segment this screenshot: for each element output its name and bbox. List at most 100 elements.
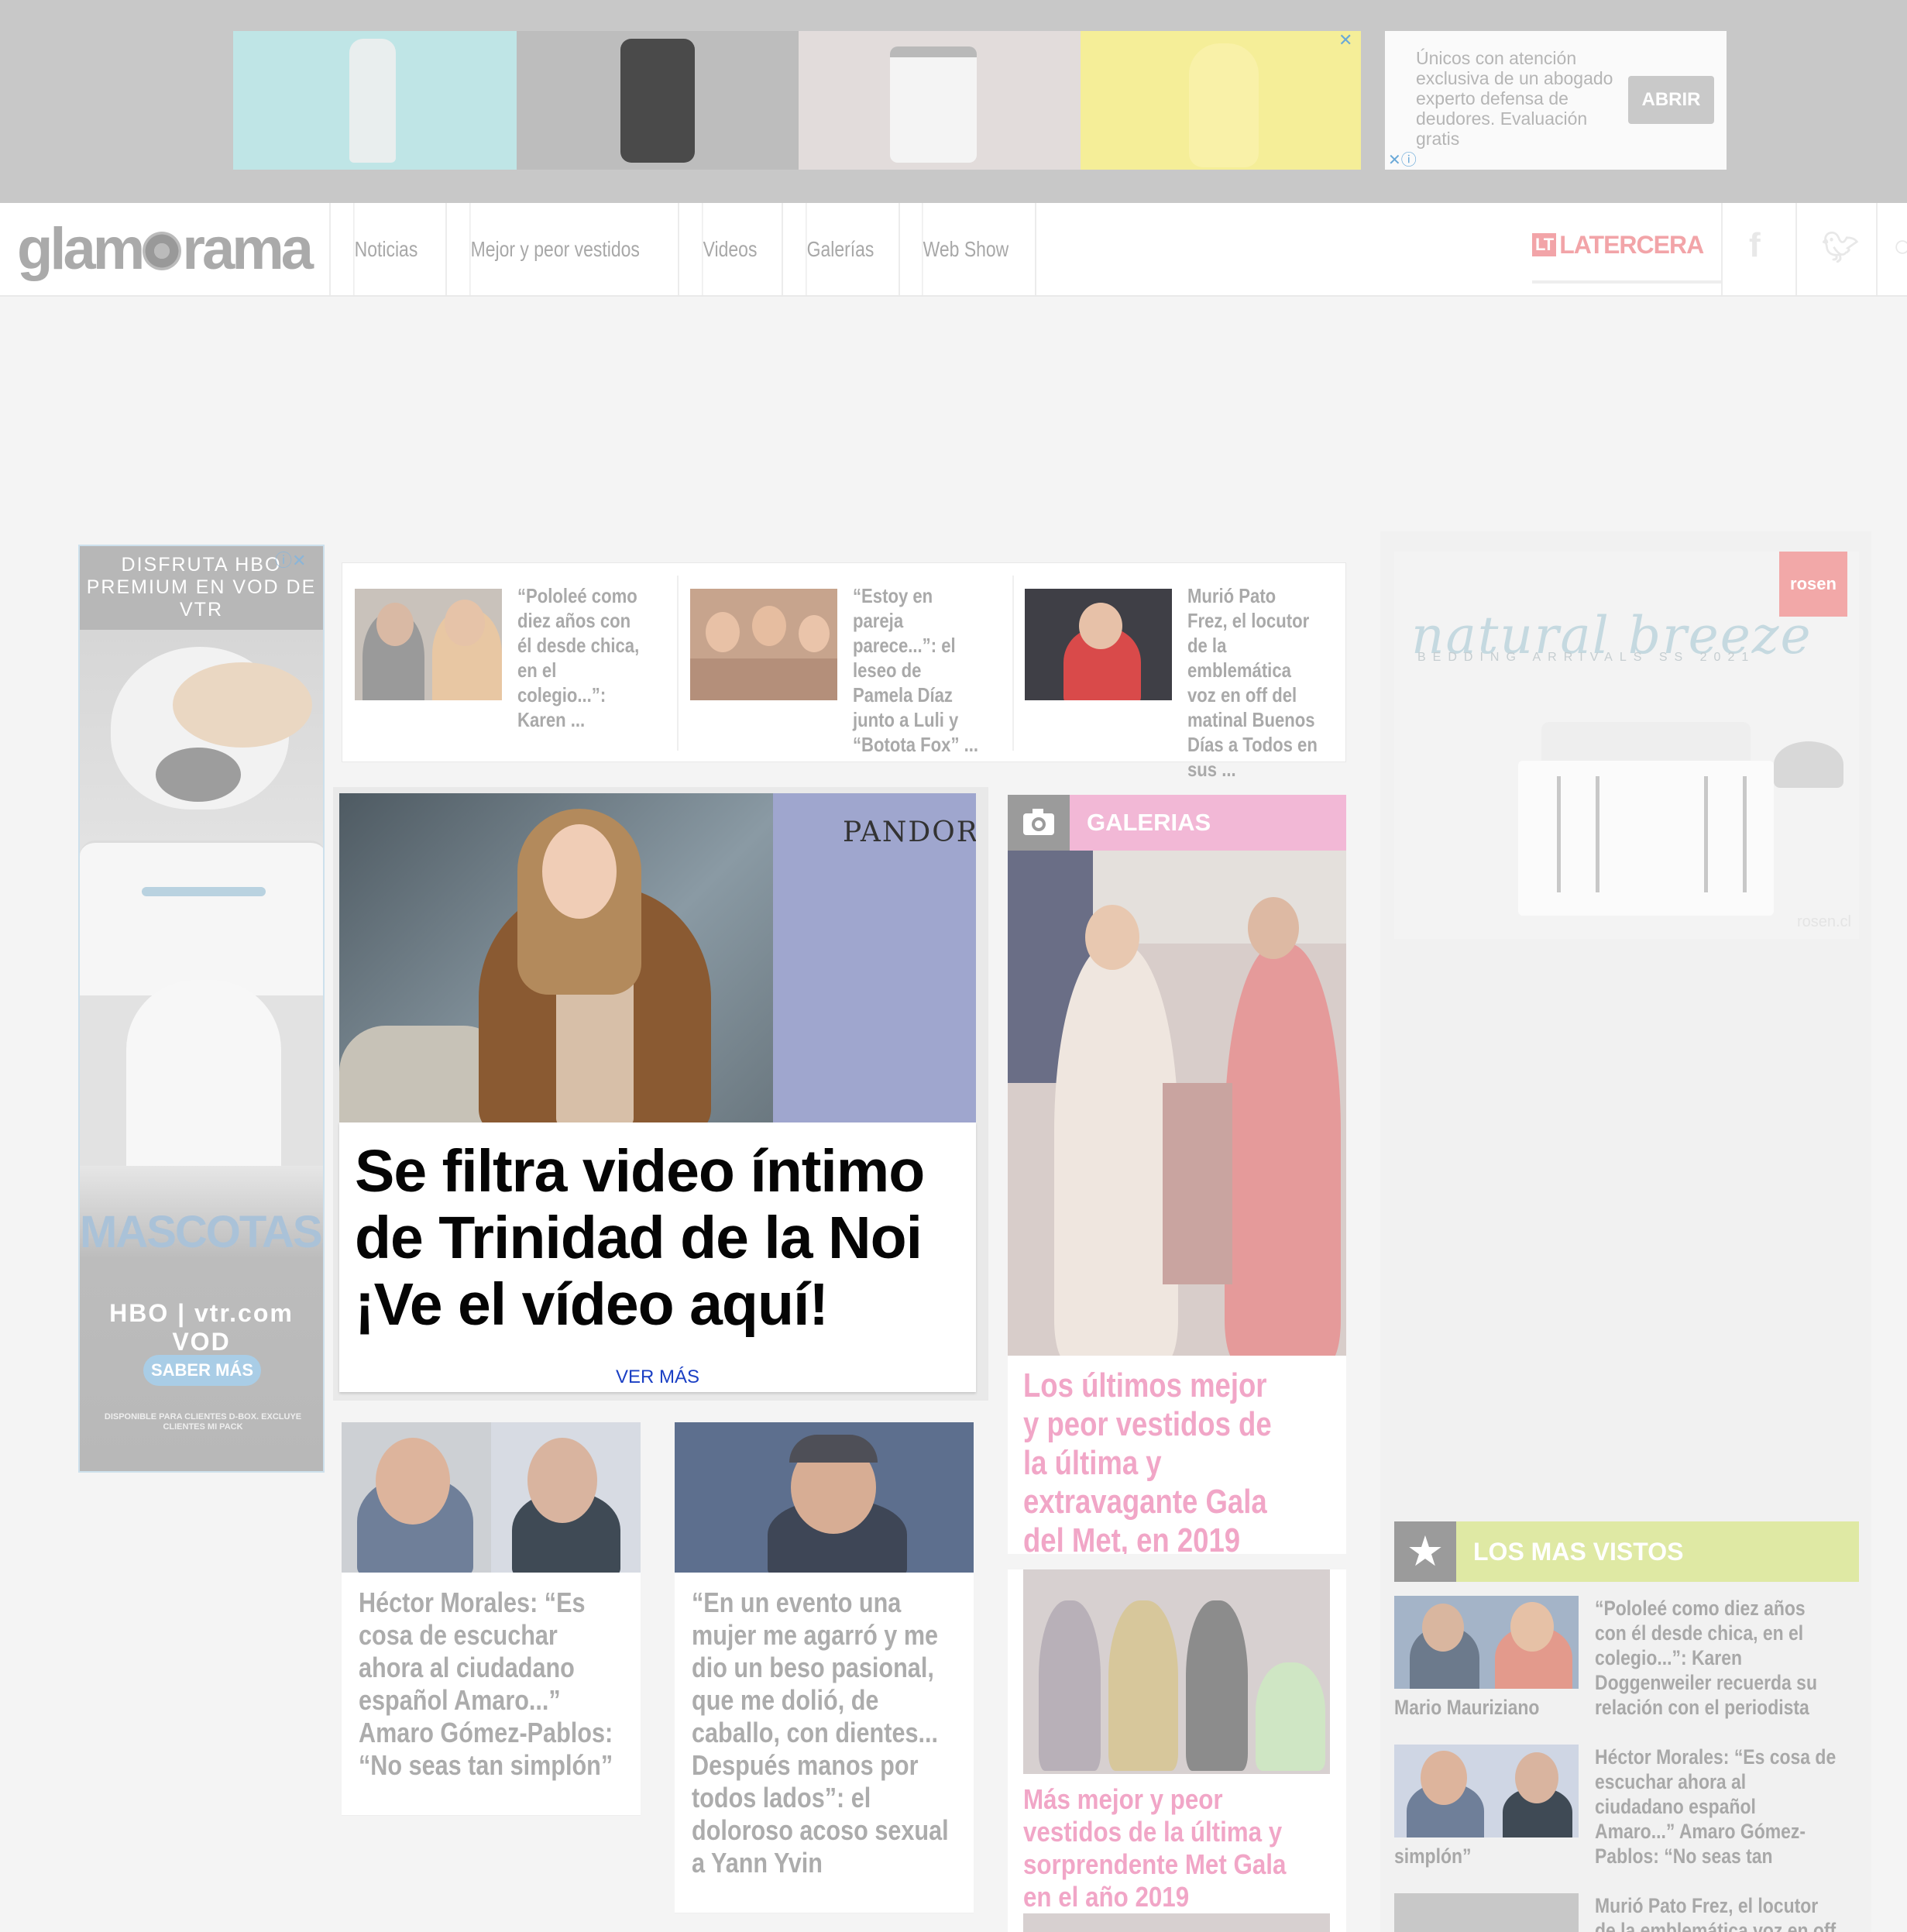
ad-open-button[interactable]: ABRIR — [1628, 76, 1714, 124]
nav-mejor-peor-vestidos[interactable]: Mejor y peor vestidos — [469, 203, 640, 295]
mas-vistos-item[interactable]: Murió Pato Frez, el locutor de la emblem… — [1394, 1893, 1859, 1932]
latercera-text: LATERCERA — [1559, 231, 1704, 259]
latercera-logo[interactable]: LT LATERCERA — [1532, 231, 1704, 260]
article-thumbnail — [675, 1422, 974, 1573]
featured-article[interactable]: PANDORA Se filtra video íntimo de Trinid… — [333, 787, 988, 1401]
nav-divider — [899, 203, 900, 295]
featured-photo: PANDORA — [339, 793, 976, 1122]
ad-product-spray[interactable] — [233, 31, 517, 170]
article-card[interactable]: Héctor Morales: “Es cosa de escuchar aho… — [342, 1422, 641, 1816]
bed-stripe — [1557, 776, 1561, 892]
right-ad-watermark: rosen.cl — [1796, 913, 1851, 930]
right-ad-subtitle: BEDDING ARRIVALS SS 2021 — [1417, 651, 1756, 664]
strip-item[interactable]: “Estoy en pareja parece...”: el leseo de… — [690, 576, 1008, 756]
mas-vistos-text-tail: simplón” — [1394, 1844, 1472, 1868]
ad-product-vase[interactable] — [1081, 31, 1361, 170]
rosen-logo: rosen — [1779, 552, 1847, 617]
mas-vistos-text-tail: Mario Mauriziano — [1394, 1696, 1540, 1719]
mas-vistos-item[interactable]: “Pololeé como diez años con él desde chi… — [1394, 1596, 1859, 1727]
mas-vistos-thumbnail — [1394, 1893, 1579, 1932]
search-icon[interactable]: ○ — [1893, 229, 1907, 264]
camera-icon — [1008, 795, 1070, 851]
strip-item[interactable]: “Pololeé como diez años con él desde chi… — [355, 576, 672, 751]
news-strip: “Pololeé como diez años con él desde chi… — [342, 562, 1346, 781]
nav-galerias[interactable]: Galerías — [806, 203, 874, 295]
strip-text: “Estoy en pareja parece...”: el leseo de… — [853, 584, 979, 756]
mas-vistos-label: LOS MAS VISTOS — [1456, 1521, 1859, 1582]
top-ad-banner: ✕ Únicos con atención exclusiva de un ab… — [0, 0, 1907, 203]
saber-mas-button[interactable]: SABER MÁS — [143, 1355, 261, 1386]
dog-collar — [142, 887, 266, 896]
left-ad-disclaimer: DISPONIBLE PARA CLIENTES D-BOX. EXCLUYE … — [104, 1412, 302, 1432]
dog-patch — [173, 662, 312, 748]
nav-noticias[interactable]: Noticias — [353, 203, 417, 295]
nav-divider — [445, 203, 447, 295]
ad-copy: Únicos con atención exclusiva de un abog… — [1416, 48, 1613, 149]
galerias-label[interactable]: GALERIAS — [1070, 795, 1346, 851]
galeria-photo[interactable] — [1023, 1569, 1330, 1774]
dog-cone — [80, 841, 323, 995]
facebook-icon[interactable]: f — [1749, 226, 1761, 265]
site-logo[interactable]: glam rama — [17, 215, 314, 283]
latercera-underline — [1532, 280, 1721, 284]
strip-thumbnail — [355, 589, 502, 700]
mas-vistos-header: ★ LOS MAS VISTOS — [1394, 1521, 1859, 1582]
ad-product-coffee-maker[interactable] — [517, 31, 799, 170]
galeria-title[interactable]: Más mejor y peor vestidos de la última y… — [1023, 1783, 1300, 1913]
lamp — [1774, 741, 1843, 788]
ad-text-box[interactable]: Únicos con atención exclusiva de un abog… — [1385, 31, 1727, 170]
strip-divider — [1012, 576, 1014, 751]
strip-thumbnail — [690, 589, 837, 700]
featured-brand: PANDORA — [843, 816, 976, 848]
article-title: Héctor Morales: “Es cosa de escuchar aho… — [359, 1587, 613, 1781]
article-title: “En un evento una mujer me agarró y me d… — [692, 1587, 949, 1879]
ver-mas-link[interactable]: VER MÁS — [339, 1366, 976, 1388]
ad-choices-icon[interactable]: ✕ⓘ — [1388, 147, 1417, 170]
mas-vistos-thumbnail — [1394, 1596, 1579, 1689]
left-ad-brands: HBO | vtr.com VOD — [109, 1299, 294, 1356]
nav-divider — [1876, 203, 1878, 295]
featured-text-panel: Se filtra video íntimo de Trinidad de la… — [339, 1122, 976, 1392]
strip-thumbnail — [1025, 589, 1172, 700]
strip-divider — [677, 576, 679, 751]
galeria-photo[interactable] — [1023, 1913, 1330, 1932]
latercera-mark: LT — [1532, 233, 1557, 256]
nav-videos[interactable]: Videos — [702, 203, 757, 295]
nav-divider — [329, 203, 331, 295]
twitter-icon[interactable]: 🐦︎ — [1822, 231, 1859, 265]
ad-product-paint-can[interactable] — [799, 31, 1081, 170]
nav-divider — [1035, 203, 1036, 295]
logo-lens-icon — [143, 232, 182, 270]
ad-close-icon[interactable]: ✕ — [1338, 31, 1352, 50]
nav-web-show[interactable]: Web Show — [922, 203, 1008, 295]
bed-stripe — [1743, 776, 1747, 892]
bed-stripe — [1704, 776, 1708, 892]
strip-text: Murió Pato Frez, el locutor de la emblem… — [1187, 584, 1318, 781]
galerias-section: GALERIAS Los últimos mejor y peor vestid… — [1008, 795, 1346, 1932]
nav-divider — [678, 203, 679, 295]
dog-nose — [156, 748, 241, 802]
strip-item[interactable]: Murió Pato Frez, el locutor de la emblem… — [1025, 576, 1335, 781]
strip-text: “Pololeé como diez años con él desde chi… — [517, 584, 640, 731]
mas-vistos-text: Héctor Morales: “Es cosa de escuchar aho… — [1595, 1745, 1837, 1868]
left-vertical-ad[interactable]: DISFRUTA HBO PREMIUM EN VOD DE VTR MASCO… — [78, 545, 325, 1473]
article-card[interactable]: “En un evento una mujer me agarró y me d… — [675, 1422, 974, 1913]
mas-vistos-text: “Pololeé como diez años con él desde chi… — [1595, 1597, 1817, 1719]
article-thumbnail — [342, 1422, 641, 1573]
left-ad-title: MASCOTAS2 — [80, 1207, 325, 1257]
mas-vistos-thumbnail — [1394, 1745, 1579, 1837]
nav-divider — [1795, 203, 1797, 295]
galeria-title[interactable]: Los últimos mejor y peor vestidos de la … — [1023, 1366, 1287, 1560]
nav-divider — [1721, 203, 1723, 295]
site-header: glamrama glamorama Noticias Mejor y peor… — [0, 203, 1907, 297]
galeria-divider — [1008, 1554, 1346, 1569]
mas-vistos-item[interactable]: Héctor Morales: “Es cosa de escuchar aho… — [1394, 1745, 1859, 1876]
ad-choices-icon[interactable]: ⓘ✕ — [275, 547, 306, 572]
galeria-photo[interactable] — [1008, 851, 1346, 1356]
mas-vistos-text: Murió Pato Frez, el locutor de la emblem… — [1595, 1894, 1837, 1932]
star-icon: ★ — [1394, 1521, 1456, 1582]
right-sidebar-ad[interactable]: natural breeze BEDDING ARRIVALS SS 2021 … — [1394, 552, 1859, 939]
nav-divider — [782, 203, 783, 295]
featured-headline[interactable]: Se filtra video íntimo de Trinidad de la… — [355, 1138, 967, 1338]
bed-stripe — [1596, 776, 1599, 892]
